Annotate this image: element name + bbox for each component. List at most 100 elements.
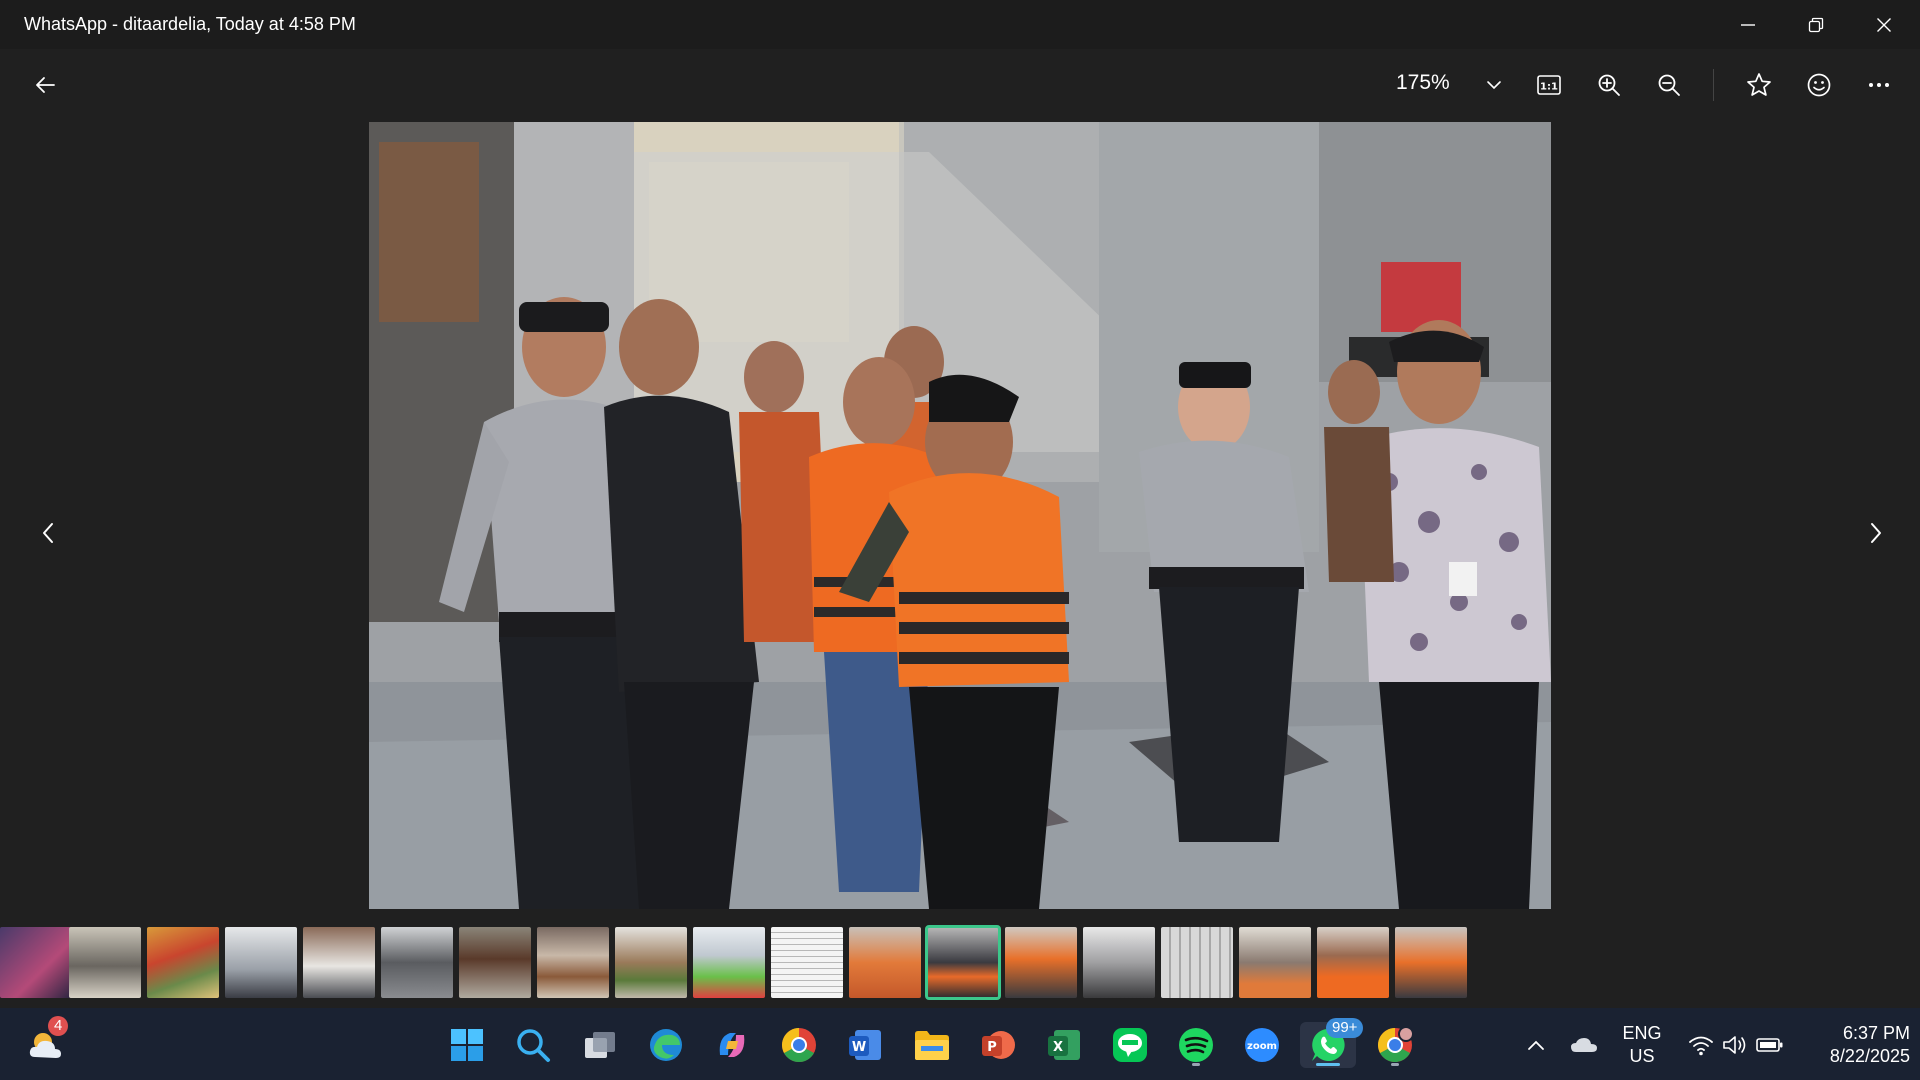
taskbar-edge[interactable] [643,1022,689,1068]
thumbnail-13-selected[interactable] [925,925,1001,1000]
toolbar-divider [1713,69,1714,101]
word-icon: W [849,1030,881,1060]
zoom-app-label: zoom [1247,1041,1277,1052]
thumbnail-7[interactable] [459,927,531,998]
thumbnail-4[interactable] [225,927,297,998]
taskbar-excel[interactable]: X [1041,1022,1087,1068]
thumbnail-12[interactable] [849,927,921,998]
thumbnail-3[interactable] [147,927,219,998]
task-view-icon [585,1032,615,1058]
weather-widget[interactable]: 4 [24,1016,70,1068]
title-bar: WhatsApp - ditaardelia, Today at 4:58 PM [0,0,1920,49]
svg-text:W: W [852,1040,866,1055]
taskbar-whatsapp[interactable]: 99+ [1300,1018,1364,1068]
thumbnail-6[interactable] [381,927,453,998]
emoji-icon [1807,73,1831,97]
zoom-level-label[interactable]: 175% [1396,71,1450,95]
taskbar-chrome[interactable] [776,1022,822,1068]
taskbar-chrome-profile[interactable] [1372,1022,1418,1068]
taskbar-spotify[interactable] [1173,1022,1219,1068]
running-indicator [1391,1063,1399,1066]
zoom-in-button[interactable] [1586,63,1632,107]
thumbnail-8[interactable] [537,927,609,998]
copilot-icon [719,1033,745,1057]
chevron-up-icon [1528,1040,1544,1050]
photo-illustration [369,122,1551,909]
next-image-button[interactable] [1852,501,1900,565]
taskbar-zoom[interactable]: zoom [1239,1022,1285,1068]
back-button[interactable] [22,63,68,107]
powerpoint-icon: P [982,1031,1015,1059]
react-button[interactable] [1796,63,1842,107]
language-line-2: US [1629,1046,1655,1066]
thumbnail-1[interactable] [0,927,72,998]
spotify-icon [1179,1028,1213,1062]
minimize-button[interactable] [1714,0,1782,49]
thumbnail-5[interactable] [303,927,375,998]
more-options-button[interactable] [1856,63,1902,107]
actual-size-icon: 1:1 [1537,75,1561,95]
taskbar-copilot[interactable] [709,1022,755,1068]
star-icon [1747,73,1771,96]
svg-text:P: P [987,1040,997,1055]
clock[interactable]: 6:37 PM 8/22/2025 [1800,1022,1910,1068]
language-indicator[interactable]: ENG US [1612,1022,1672,1068]
window-title: WhatsApp - ditaardelia, Today at 4:58 PM [24,14,356,34]
running-indicator [1192,1063,1200,1066]
chevron-right-icon [1871,523,1881,543]
svg-text:X: X [1053,1040,1063,1055]
language-line-1: ENG [1622,1023,1662,1043]
active-indicator [1316,1063,1340,1066]
battery-icon [1756,1038,1783,1052]
thumbnail-18[interactable] [1317,927,1389,998]
thumbnail-11[interactable] [771,927,843,998]
more-icon [1869,83,1889,87]
svg-text:1:1: 1:1 [1540,82,1558,93]
taskbar-word[interactable]: W [842,1022,888,1068]
restore-button[interactable] [1782,0,1850,49]
thumbnail-2[interactable] [69,927,141,998]
volume-icon [1723,1036,1746,1054]
search-icon [517,1029,550,1062]
folder-icon [915,1031,949,1060]
favorite-button[interactable] [1736,63,1782,107]
image-viewer [0,121,1920,925]
thumbnail-10[interactable] [693,927,765,998]
clock-date: 8/22/2025 [1829,1046,1910,1066]
close-icon [1877,17,1891,32]
windows-logo-icon [451,1029,483,1061]
taskbar-powerpoint[interactable]: P [975,1022,1021,1068]
onedrive-tray[interactable] [1562,1022,1606,1068]
thumbnail-19[interactable] [1395,927,1467,998]
thumbnail-9[interactable] [615,927,687,998]
task-view-button[interactable] [577,1022,623,1068]
excel-icon: X [1048,1030,1080,1060]
chrome-icon [782,1028,816,1062]
quick-settings-tray[interactable] [1676,1022,1796,1068]
zoom-in-icon [1598,74,1620,96]
thumbnail-17[interactable] [1239,927,1311,998]
wifi-icon [1689,1036,1713,1056]
main-photo[interactable] [369,122,1551,909]
chevron-down-icon [1487,81,1501,90]
zoom-dropdown-button[interactable] [1474,63,1514,107]
edge-icon [650,1029,682,1061]
close-button[interactable] [1850,0,1918,49]
previous-image-button[interactable] [24,501,72,565]
thumbnail-16[interactable] [1161,927,1233,998]
clock-time: 6:37 PM [1842,1023,1910,1043]
taskbar-file-explorer[interactable] [909,1022,955,1068]
actual-size-button[interactable]: 1:1 [1526,63,1572,107]
taskbar-line[interactable] [1107,1022,1153,1068]
zoom-out-button[interactable] [1646,63,1692,107]
thumbnail-14[interactable] [1005,927,1077,998]
search-button[interactable] [510,1022,556,1068]
windows-taskbar: 4 W P X zoom 99+ ENG US 6:37 PM 8/22/202… [0,1008,1920,1080]
minimize-icon [1741,23,1755,26]
line-app-icon [1113,1028,1147,1062]
chevron-left-icon [43,523,53,543]
thumbnail-15[interactable] [1083,927,1155,998]
show-hidden-icons-button[interactable] [1514,1022,1558,1068]
arrow-left-icon [36,77,55,93]
start-button[interactable] [444,1022,490,1068]
